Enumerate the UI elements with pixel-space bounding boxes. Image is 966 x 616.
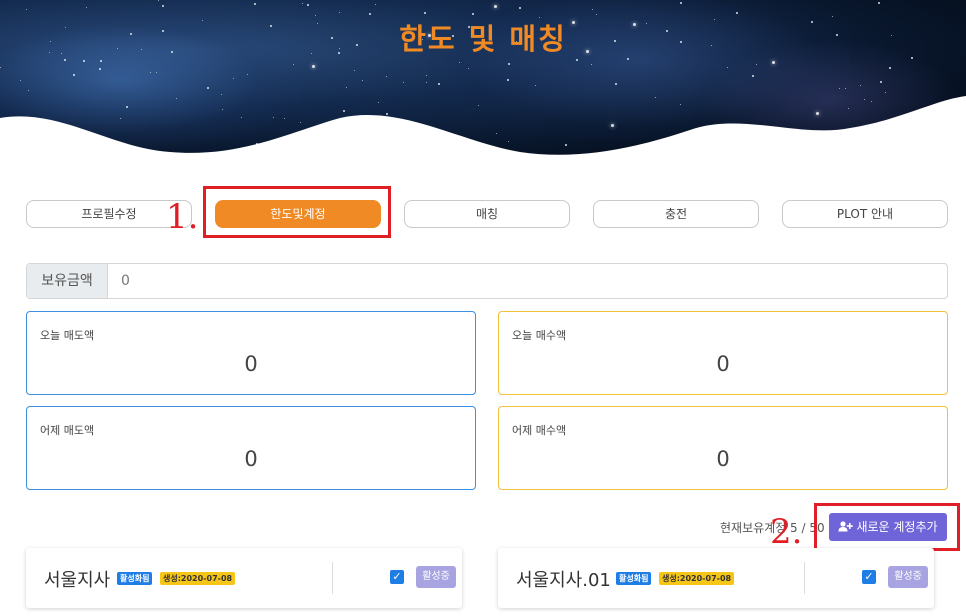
today-buy-label: 오늘 매수액 [512,329,567,342]
account-name: 서울지사.01 [516,570,611,591]
tab-charge[interactable]: 충전 [593,200,759,228]
yesterday-sell-value: 0 [244,447,258,471]
today-sell-value: 0 [244,352,258,376]
balance-field: 보유금액 0 [26,263,948,299]
account-checkbox[interactable]: ✓ [390,570,404,584]
account-status-button[interactable]: 활성중 [416,566,456,588]
tab-plot-guide[interactable]: PLOT 안내 [782,200,948,228]
check-icon: ✓ [864,570,874,583]
tab-matching[interactable]: 매칭 [404,200,570,228]
annotation-label-1: 1. [166,197,199,237]
yesterday-sell-card: 어제 매도액 0 [26,406,476,490]
today-buy-value: 0 [716,352,730,376]
status-badge: 활성화됨 [117,572,153,585]
today-buy-card: 오늘 매수액 0 [498,311,948,395]
yesterday-buy-value: 0 [716,447,730,471]
created-badge: 생성:2020-07-08 [659,572,735,585]
page-title: 한도 및 매칭 [399,22,567,56]
status-badge: 활성화됨 [616,572,652,585]
account-status-button[interactable]: 활성중 [888,566,928,588]
today-sell-card: 오늘 매도액 0 [26,311,476,395]
yesterday-buy-label: 어제 매수액 [512,424,567,437]
created-badge: 생성:2020-07-08 [160,572,236,585]
annotation-box-2 [814,503,960,551]
header-banner: 한도 및 매칭 [0,0,966,165]
annotation-box-1 [203,186,391,238]
annotation-label-2: 2. [770,512,803,552]
check-icon: ✓ [392,570,402,583]
account-card: 서울지사.01 활성화됨 생성:2020-07-08 ✓ 활성중 [498,548,934,608]
balance-label: 보유금액 [27,264,108,298]
account-card: 서울지사 활성화됨 생성:2020-07-08 ✓ 활성중 [26,548,462,608]
yesterday-sell-label: 어제 매도액 [40,424,95,437]
today-sell-label: 오늘 매도액 [40,329,95,342]
balance-value: 0 [121,273,130,289]
account-checkbox[interactable]: ✓ [862,570,876,584]
yesterday-buy-card: 어제 매수액 0 [498,406,948,490]
account-name: 서울지사 [44,570,111,591]
